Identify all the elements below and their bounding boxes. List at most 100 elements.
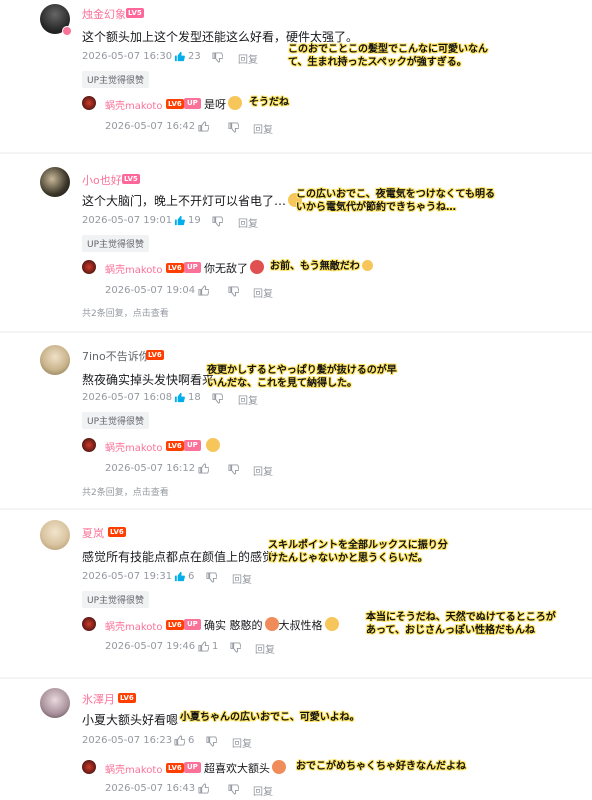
username[interactable]: 夏岚 [82, 525, 104, 541]
divider [0, 677, 592, 679]
emoji-icon [264, 617, 279, 631]
level-badge: LV6 [146, 350, 164, 360]
avatar[interactable] [40, 520, 70, 550]
comment-text: 熬夜确实掉头发快啊看来 [82, 373, 215, 387]
emoji-icon [272, 760, 286, 774]
thumbs-down-icon[interactable] [212, 393, 223, 404]
reply-button[interactable]: 回复 [255, 641, 275, 656]
thumbs-up-icon[interactable] [198, 121, 209, 132]
thumbs-down-icon[interactable] [228, 122, 239, 133]
comment-card: 7ino不告诉你 LV6 熬夜确实掉头发快啊看来 2026-05-07 16:0… [0, 340, 592, 500]
reply-username[interactable]: 蜗壳makoto [105, 261, 162, 276]
reply-username[interactable]: 蜗壳makoto [105, 97, 162, 112]
reply-text: 你无敌了 [204, 260, 264, 276]
emoji-icon [361, 260, 373, 271]
reply-avatar[interactable] [82, 96, 96, 110]
up-badge: UP [184, 262, 201, 273]
reply-button[interactable]: 回复 [253, 783, 273, 798]
timestamp: 2026-05-07 19:31 [82, 571, 173, 582]
reply-avatar[interactable] [82, 617, 96, 631]
reply-translation-annotation: おでこがめちゃくちゃ好きなんだよね [296, 761, 466, 772]
translation-annotation: 夜更かしするとやっぱり髪が抜けるのが早いんだな、これを見て納得した。 [207, 365, 397, 389]
thumbs-up-icon[interactable] [174, 571, 185, 582]
up-badge: UP [184, 98, 201, 109]
reply-button[interactable]: 回复 [253, 121, 273, 136]
translation-annotation: この広いおでこ、夜電気をつけなくても明るいから電気代が節約できちゃうね… [296, 189, 495, 213]
level-badge: LV5 [126, 8, 144, 18]
comment-card: 氷澤月 LV6 小夏大额头好看嗯 2026-05-07 16:23 6 回复 小… [0, 680, 592, 800]
thumbs-up-icon[interactable] [174, 215, 185, 226]
avatar[interactable] [40, 167, 70, 197]
divider [0, 152, 592, 154]
emoji-icon [228, 96, 242, 110]
like-count: 6 [188, 571, 195, 582]
thumbs-down-icon[interactable] [212, 52, 223, 63]
up-badge: UP [184, 440, 201, 451]
avatar-badge [62, 26, 72, 36]
username[interactable]: 氷澤月 [82, 691, 115, 707]
reply-avatar[interactable] [82, 760, 96, 774]
thumbs-up-icon[interactable] [198, 641, 209, 652]
timestamp: 2026-05-07 16:30 [82, 51, 173, 62]
reply-button[interactable]: 回复 [253, 463, 273, 478]
username[interactable]: 小o也好 [82, 172, 122, 188]
reply-button[interactable]: 回复 [253, 285, 273, 300]
reply-level-badge: LV6 [166, 620, 184, 630]
thumbs-down-icon[interactable] [228, 464, 239, 475]
up-liked-tag: UP主觉得很赞 [82, 412, 150, 429]
reply-button[interactable]: 回复 [238, 392, 258, 407]
reply-translation-annotation: お前、もう無敵だわ [270, 260, 373, 273]
comment-text: 这个大脑门，晚上不开灯可以省电了… [82, 192, 303, 209]
thumbs-up-icon[interactable] [198, 463, 209, 474]
avatar[interactable] [40, 345, 70, 375]
timestamp: 2026-05-07 16:23 [82, 735, 173, 746]
thumbs-up-icon[interactable] [198, 285, 209, 296]
emoji-icon [324, 617, 339, 631]
thumbs-up-icon[interactable] [198, 783, 209, 794]
avatar[interactable] [40, 688, 70, 718]
reply-text: 是呀 [204, 96, 242, 112]
reply-username[interactable]: 蜗壳makoto [105, 618, 162, 633]
reply-avatar[interactable] [82, 438, 96, 452]
comment-text: 感觉所有技能点都点在颜值上的感觉 [82, 550, 275, 564]
reply-timestamp: 2026-05-07 16:43 [105, 783, 196, 794]
up-liked-tag: UP主觉得很赞 [82, 591, 150, 608]
reply-button[interactable]: 回复 [238, 215, 258, 230]
timestamp: 2026-05-07 16:08 [82, 392, 173, 403]
thumbs-up-icon[interactable] [174, 51, 185, 62]
thumbs-down-icon[interactable] [228, 784, 239, 795]
thumbs-down-icon[interactable] [228, 286, 239, 297]
username[interactable]: 烛金幻象 [82, 6, 126, 22]
thumbs-down-icon[interactable] [212, 216, 223, 227]
reply-button[interactable]: 回复 [232, 735, 252, 750]
reply-username[interactable]: 蜗壳makoto [105, 439, 162, 454]
reply-level-badge: LV6 [166, 763, 184, 773]
level-badge: LV6 [108, 527, 126, 537]
username[interactable]: 7ino不告诉你 [82, 348, 150, 364]
like-count: 19 [188, 215, 201, 226]
like-count: 23 [188, 51, 201, 62]
emoji-icon [250, 260, 264, 274]
comment-text: 小夏大额头好看嗯 [82, 713, 179, 727]
up-badge: UP [184, 619, 201, 630]
reply-username[interactable]: 蜗壳makoto [105, 761, 162, 776]
like-count: 6 [188, 735, 195, 746]
translation-annotation: 小夏ちゃんの広いおでこ、可愛いよね。 [180, 712, 360, 723]
comment-card: 夏岚 LV6 感觉所有技能点都点在颜值上的感觉 2026-05-07 19:31… [0, 515, 592, 675]
thumbs-down-icon[interactable] [230, 642, 241, 653]
up-liked-tag: UP主觉得很赞 [82, 71, 150, 88]
view-more-replies[interactable]: 共2条回复，点击查看 [82, 306, 169, 319]
reply-button[interactable]: 回复 [232, 571, 252, 586]
view-more-replies[interactable]: 共2条回复，点击查看 [82, 485, 169, 498]
comment-card: 小o也好 LV5 这个大脑门，晚上不开灯可以省电了… 2026-05-07 19… [0, 160, 592, 325]
thumbs-down-icon[interactable] [206, 736, 217, 747]
divider [0, 331, 592, 333]
reply-level-badge: LV6 [166, 263, 184, 273]
reply-avatar[interactable] [82, 260, 96, 274]
translation-annotation: スキルポイントを全部ルックスに振り分けたんじゃないかと思うくらいだ。 [268, 540, 448, 564]
reply-button[interactable]: 回复 [238, 51, 258, 66]
thumbs-up-icon[interactable] [174, 735, 185, 746]
thumbs-down-icon[interactable] [206, 572, 217, 583]
thumbs-up-icon[interactable] [174, 392, 185, 403]
reply-text: 确实 憨憨的 大叔性格 [204, 617, 339, 633]
